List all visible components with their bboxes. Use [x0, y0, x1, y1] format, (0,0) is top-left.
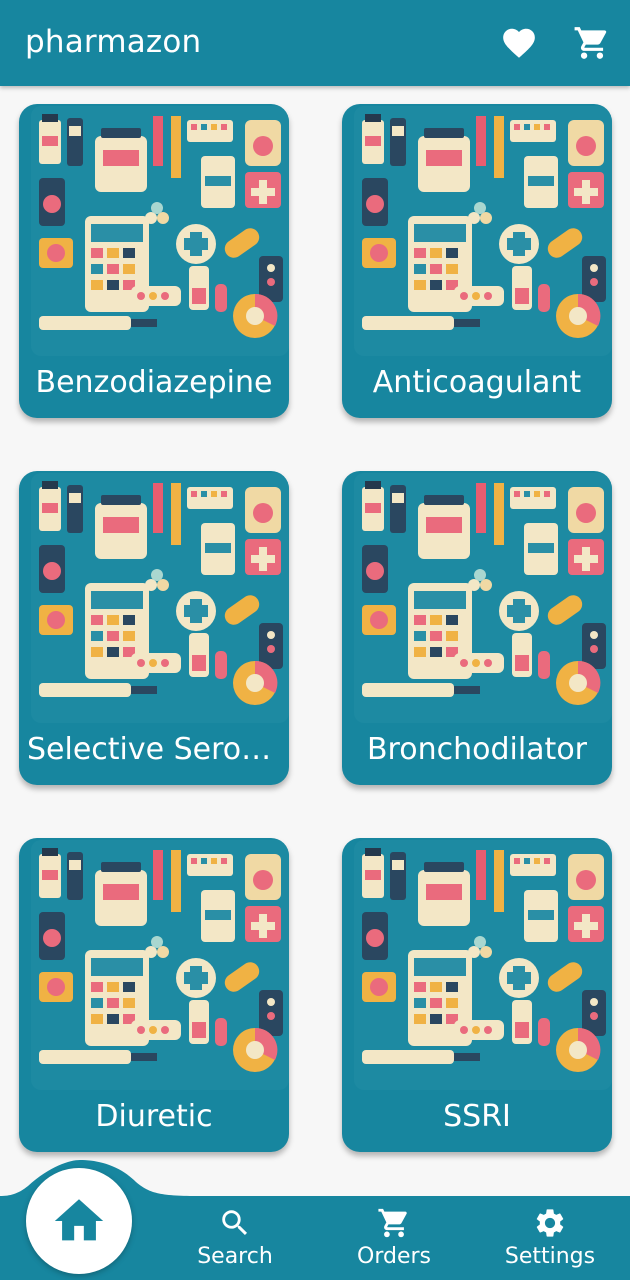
app-title: pharmazon: [25, 24, 202, 60]
cart-icon: [377, 1206, 411, 1240]
category-label: Diuretic: [95, 1099, 213, 1134]
cart-icon[interactable]: [573, 24, 611, 62]
gear-icon: [533, 1206, 567, 1240]
nav-item-orders[interactable]: Orders: [334, 1206, 454, 1276]
category-image: [354, 106, 612, 356]
top-app-bar: pharmazon: [0, 0, 630, 86]
category-label: SSRI: [443, 1099, 511, 1134]
category-card[interactable]: Anticoagulant: [342, 104, 612, 418]
category-card[interactable]: Bronchodilator: [342, 471, 612, 785]
category-card[interactable]: Benzodiazepine: [19, 104, 289, 418]
category-card[interactable]: SSRI: [342, 838, 612, 1152]
category-label: Anticoagulant: [372, 365, 582, 400]
category-image: [31, 473, 289, 723]
search-icon: [218, 1206, 252, 1240]
category-image: [354, 473, 612, 723]
category-label: Bronchodilator: [366, 732, 588, 767]
nav-label: Settings: [504, 1244, 596, 1269]
home-button[interactable]: [26, 1168, 132, 1274]
nav-item-settings[interactable]: Settings: [490, 1206, 610, 1276]
nav-item-search[interactable]: Search: [175, 1206, 295, 1276]
category-label: Benzodiazepine: [35, 365, 273, 400]
category-image: [31, 840, 289, 1090]
category-image: [31, 106, 289, 356]
category-card[interactable]: Diuretic: [19, 838, 289, 1152]
home-icon: [54, 1199, 104, 1241]
category-card[interactable]: Selective Serot…: [19, 471, 289, 785]
nav-label: Search: [197, 1244, 273, 1269]
category-image: [354, 840, 612, 1090]
category-label: Selective Serot…: [27, 732, 281, 767]
nav-label: Orders: [357, 1244, 431, 1269]
heart-icon[interactable]: [500, 24, 538, 62]
